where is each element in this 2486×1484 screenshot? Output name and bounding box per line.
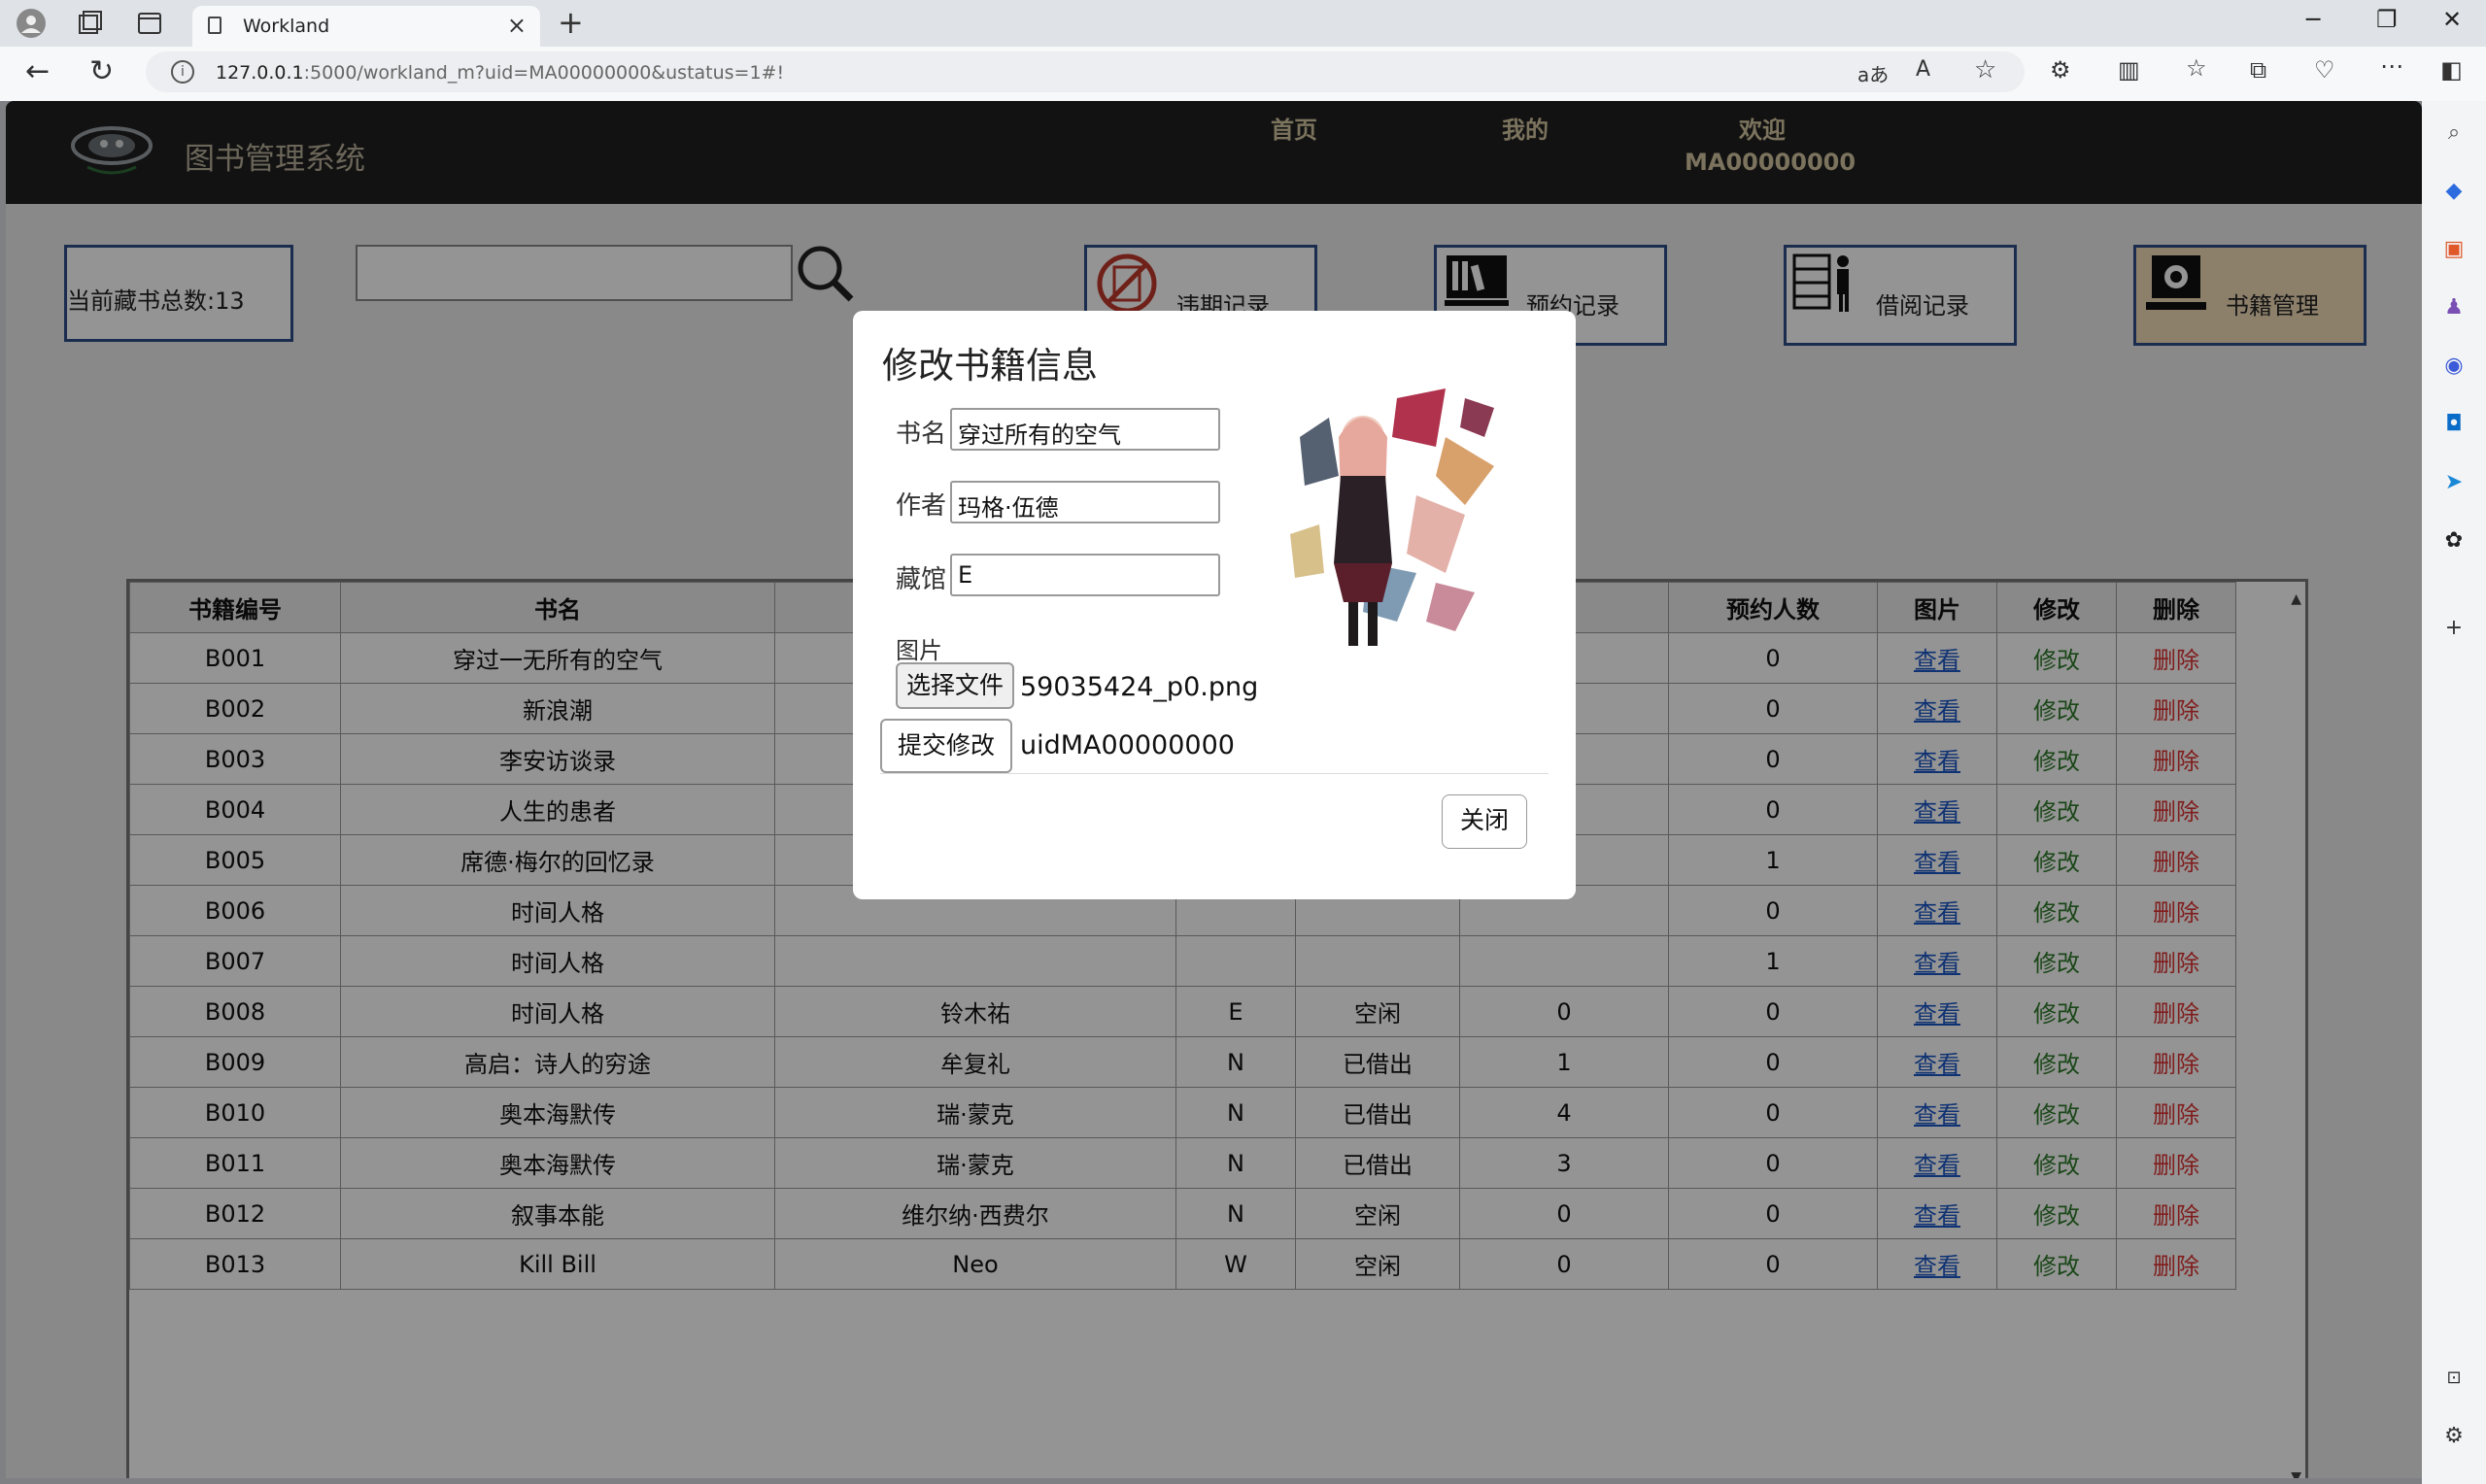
close-button[interactable]: 关闭 [1442,794,1527,849]
file-name: 59035424_p0.png [1020,672,1259,702]
browser-essentials-icon[interactable]: ♡ [2314,56,2335,84]
chatgpt-icon[interactable]: ✿ [2439,526,2469,556]
sidebar-settings-icon[interactable]: ⚙ [2439,1422,2469,1451]
edit-book-modal: 修改书籍信息 书名 穿过所有的空气 作者 玛格·伍德 藏馆 E 图片 选择文件 … [853,311,1576,899]
browser-tab[interactable]: Workland × [192,6,540,47]
favorites-icon[interactable]: ☆ [2186,54,2207,82]
outlook-icon[interactable]: ◘ [2439,410,2469,439]
modal-title: 修改书籍信息 [882,345,1098,387]
extensions-icon[interactable]: ⚙ [2050,56,2071,84]
collections-icon[interactable]: ⧉ [2250,56,2266,84]
minimize-icon[interactable]: ─ [2306,6,2320,33]
location-label: 藏馆 [896,565,947,594]
url-text: 127.0.0.1:5000/workland_m?uid=MA00000000… [216,62,785,84]
toolbox-icon[interactable]: ▣ [2439,235,2469,264]
shopping-tag-icon[interactable]: ◆ [2439,177,2469,206]
url-field[interactable]: i 127.0.0.1:5000/workland_m?uid=MA000000… [146,51,2025,92]
back-icon[interactable]: ← [25,54,50,88]
search-icon[interactable]: ⌕ [2439,118,2469,148]
book-name-input[interactable]: 穿过所有的空气 [950,408,1220,451]
tab-actions-icon[interactable] [136,10,163,43]
more-menu-icon[interactable]: ⋯ [2380,52,2403,80]
choose-file-button[interactable]: 选择文件 [896,662,1014,709]
tab-title: Workland [243,16,330,37]
submit-button[interactable]: 提交修改 [880,719,1012,773]
sidebar-toggle-icon[interactable]: ◧ [2440,56,2463,84]
book-cover-preview [1271,379,1504,651]
name-label: 书名 [896,420,947,449]
new-tab-icon[interactable]: + [558,4,584,41]
profile-icon[interactable] [16,8,47,45]
split-screen-icon[interactable]: ▥ [2118,56,2140,84]
uid-text: uidMA00000000 [1020,730,1235,760]
location-input[interactable]: E [950,554,1220,596]
workspaces-icon[interactable] [76,10,103,43]
browser-tab-bar: Workland × + ─ ❐ ✕ [0,0,2486,47]
favorite-star-icon[interactable]: ☆ [1974,55,1996,84]
restore-icon[interactable]: ❐ [2376,6,2398,33]
screenshot-icon[interactable]: ⊡ [2439,1364,2469,1393]
window-close-icon[interactable]: ✕ [2442,6,2462,33]
translate-icon[interactable]: aあ [1857,59,1889,87]
author-input[interactable]: 玛格·伍德 [950,481,1220,523]
copilot-icon[interactable]: ◉ [2439,352,2469,381]
image-label: 图片 [896,637,942,664]
author-label: 作者 [896,491,947,521]
read-aloud-icon[interactable]: A [1916,57,1930,82]
send-icon[interactable]: ➤ [2439,468,2469,497]
reload-icon[interactable]: ↻ [89,54,114,88]
page-icon [208,17,221,34]
site-info-icon[interactable]: i [171,60,194,84]
add-app-icon[interactable]: + [2439,614,2469,643]
tab-close-icon[interactable]: × [507,12,527,39]
address-bar-row: ← ↻ i 127.0.0.1:5000/workland_m?uid=MA00… [0,47,2486,101]
games-icon[interactable]: ♟ [2439,293,2469,322]
edge-sidebar: ⌕ ◆ ▣ ♟ ◉ ◘ ➤ ✿ + ⊡ ⚙ [2422,101,2486,1484]
divider [880,773,1549,774]
